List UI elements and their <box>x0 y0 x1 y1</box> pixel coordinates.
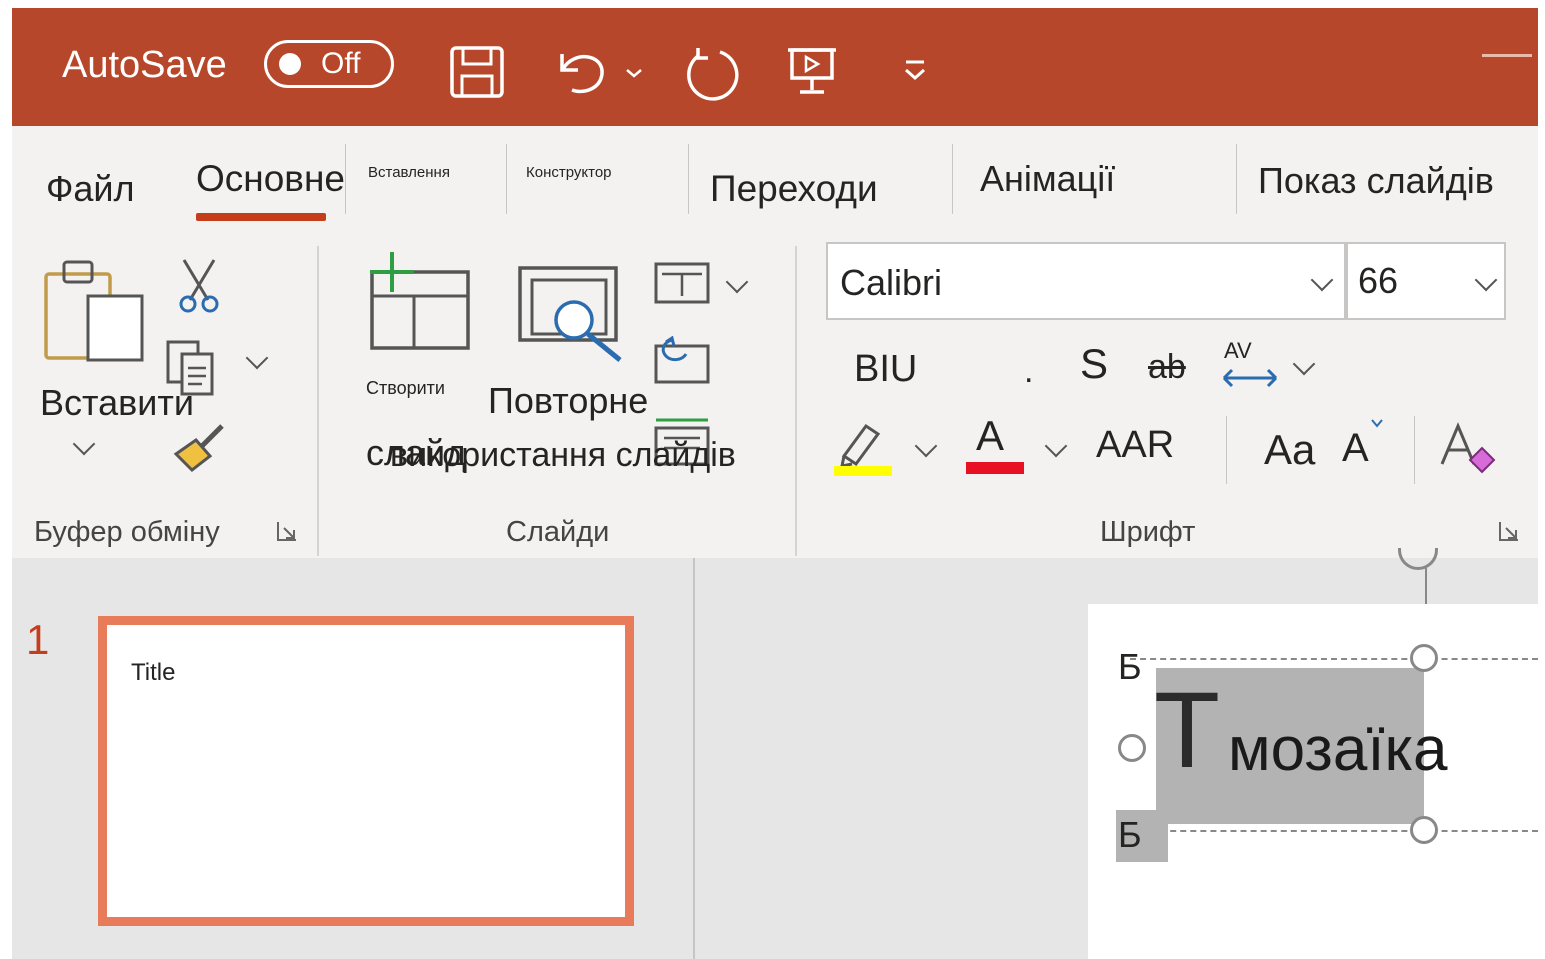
group-separator <box>317 246 319 556</box>
big-letter-t: T <box>1154 669 1220 790</box>
new-slide-label-top[interactable]: Створити <box>366 378 445 399</box>
character-spacing-label: AV <box>1224 338 1252 363</box>
undo-icon[interactable] <box>552 44 618 94</box>
marker-bottom: Б <box>1118 814 1142 855</box>
active-tab-indicator <box>196 213 326 221</box>
autosave-state: Off <box>321 47 361 80</box>
clipboard-dialog-launcher-icon[interactable] <box>276 520 298 542</box>
tab-separator <box>688 144 689 214</box>
marker-top: Б <box>1118 646 1142 687</box>
tab-file[interactable]: Файл <box>46 168 135 210</box>
tab-design[interactable]: Конструктор <box>526 164 612 181</box>
customize-qat-icon[interactable] <box>900 44 930 94</box>
clear-formatting-icon[interactable] <box>1438 420 1502 483</box>
resize-handle-top[interactable] <box>1410 644 1438 672</box>
textbox-border-top <box>1130 658 1538 660</box>
clipboard-group-label: Буфер обміну <box>34 516 220 548</box>
redo-icon[interactable] <box>680 44 746 101</box>
separator-dot: . <box>1024 352 1034 390</box>
change-case-button[interactable]: Aa <box>1264 426 1315 474</box>
slide-canvas[interactable]: Б Б T мозаїка <box>1088 604 1538 959</box>
layout-icon[interactable] <box>652 260 712 311</box>
tab-transitions[interactable]: Переходи <box>710 168 878 210</box>
font-color-button[interactable]: A <box>966 412 1024 476</box>
bold-italic-underline-buttons[interactable]: BIU <box>854 348 917 391</box>
powerpoint-window: AutoSave Off Файл Основне Вставлення Кон… <box>12 8 1538 959</box>
title-bar: AutoSave Off <box>12 8 1538 126</box>
font-dialog-launcher-icon[interactable] <box>1498 520 1520 542</box>
paste-icon[interactable] <box>42 256 146 371</box>
font-group-label: Шрифт <box>1100 516 1196 548</box>
font-name-value: Calibri <box>840 262 943 303</box>
font-name-combobox[interactable]: Calibri <box>826 242 1346 320</box>
grow-font-button[interactable]: A <box>1342 418 1392 478</box>
grow-font-letter: A <box>1342 426 1369 470</box>
cut-icon[interactable] <box>176 256 222 319</box>
tab-separator <box>1236 144 1237 214</box>
tab-slideshow[interactable]: Показ слайдів <box>1258 160 1494 202</box>
copy-icon[interactable] <box>164 338 230 401</box>
aar-button[interactable]: AAR <box>1096 424 1174 467</box>
resize-handle-left[interactable] <box>1118 734 1146 762</box>
font-size-dropdown-chevron-icon[interactable] <box>1474 268 1498 292</box>
reuse-slides-label-top[interactable]: Повторне <box>488 380 648 422</box>
group-separator <box>795 246 797 556</box>
slides-group-label: Слайди <box>506 516 610 548</box>
format-painter-icon[interactable] <box>170 418 232 479</box>
font-size-value: 66 <box>1358 260 1399 301</box>
tab-animations[interactable]: Анімації <box>980 158 1115 200</box>
reuse-slides-label-bottom[interactable]: використання слайдів <box>390 436 736 475</box>
slide-text[interactable]: мозаїка <box>1228 714 1448 785</box>
thumbnail-title: Title <box>131 659 176 686</box>
reuse-slides-icon[interactable] <box>516 264 628 369</box>
present-icon[interactable] <box>784 44 840 94</box>
autosave-label: AutoSave <box>62 44 227 86</box>
title-text-fragment <box>1482 54 1532 57</box>
font-name-dropdown-chevron-icon[interactable] <box>1310 268 1334 292</box>
textbox-border-bottom <box>1130 830 1538 832</box>
resize-handle-bottom[interactable] <box>1410 816 1438 844</box>
slide-number: 1 <box>26 616 50 663</box>
highlight-color-button[interactable] <box>830 416 896 483</box>
font-color-letter: A <box>976 412 1005 459</box>
tab-separator <box>506 144 507 214</box>
slide-thumbnail[interactable]: Title <box>98 616 634 926</box>
highlight-color-swatch <box>834 466 892 476</box>
save-icon[interactable] <box>448 44 506 98</box>
strikethrough-button[interactable]: ab <box>1148 348 1186 387</box>
tab-home[interactable]: Основне <box>196 158 345 200</box>
undo-dropdown-chevron-icon[interactable] <box>624 44 644 94</box>
tab-separator <box>952 144 953 214</box>
toggle-knob <box>279 53 301 75</box>
tab-insert[interactable]: Вставлення <box>368 164 450 181</box>
autosave-toggle[interactable]: Off <box>264 40 394 88</box>
shadow-button[interactable]: S <box>1080 340 1108 388</box>
font-group-inner-separator <box>1226 416 1227 484</box>
reset-slide-icon[interactable] <box>652 335 712 391</box>
font-color-swatch <box>966 462 1024 474</box>
new-slide-icon[interactable] <box>364 248 476 359</box>
tab-separator <box>345 144 346 214</box>
font-group-inner-separator <box>1414 416 1415 484</box>
font-size-combobox[interactable]: 66 <box>1346 242 1506 320</box>
